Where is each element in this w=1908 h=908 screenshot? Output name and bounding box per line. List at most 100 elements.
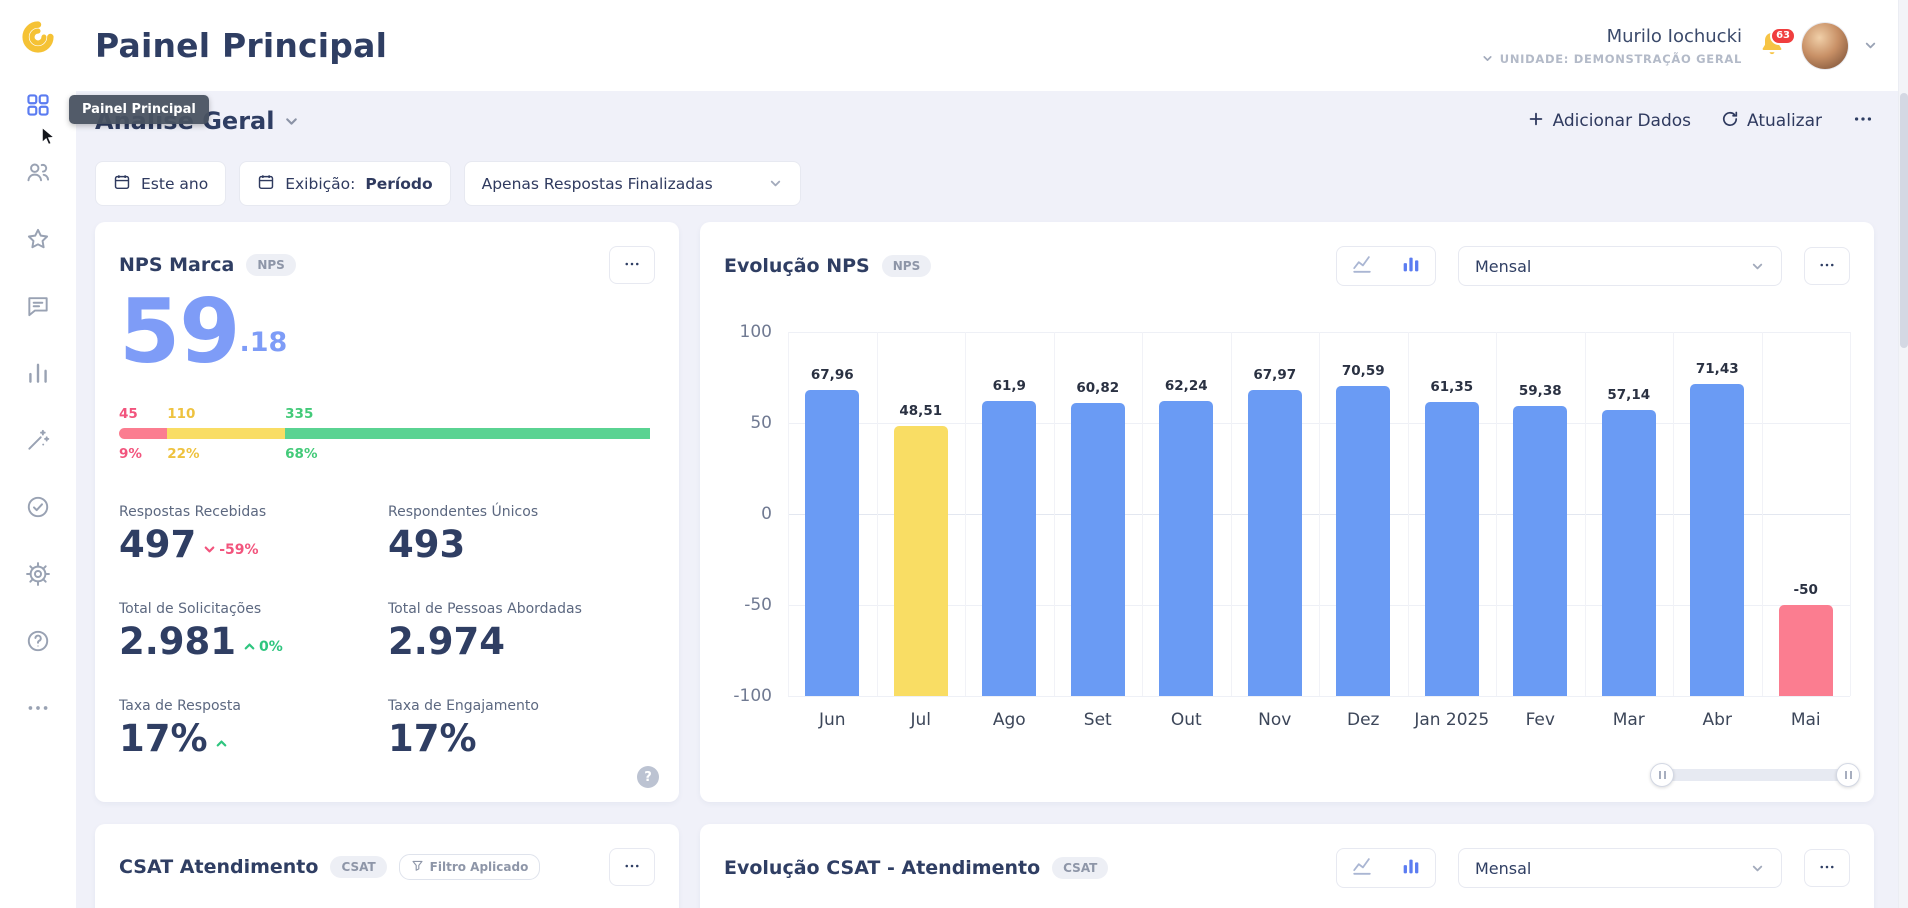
sidebar-item-settings[interactable]: [18, 556, 58, 596]
bar-chart-toggle[interactable]: [1386, 247, 1435, 285]
check-circle-icon: [25, 494, 51, 524]
add-data-button[interactable]: Adicionar Dados: [1527, 110, 1691, 133]
card-header: Evolução CSAT - Atendimento CSAT: [724, 848, 1850, 888]
notifications-button[interactable]: 63: [1757, 29, 1787, 63]
sidebar-item-favorites[interactable]: [18, 221, 58, 261]
filter-bar: Este ano Exibição: Período Apenas Respos…: [95, 161, 1874, 206]
user-avatar[interactable]: [1802, 23, 1848, 69]
granularity-select[interactable]: Mensal: [1458, 246, 1782, 286]
chart-bar-group[interactable]: 59,38: [1496, 332, 1585, 696]
help-button[interactable]: ?: [637, 766, 659, 788]
chart-bar[interactable]: [1690, 384, 1744, 696]
sidebar-item-more[interactable]: [18, 690, 58, 730]
responses-filter-select[interactable]: Apenas Respostas Finalizadas: [464, 161, 801, 206]
line-chart-toggle[interactable]: [1337, 247, 1386, 285]
granularity-value: Mensal: [1475, 257, 1531, 276]
ellipsis-icon: [1818, 858, 1836, 879]
chart-bar-group[interactable]: 71,43: [1673, 332, 1762, 696]
evolution-chart-plot: 67,9648,5161,960,8262,2467,9770,5961,355…: [788, 332, 1850, 696]
zoom-slider-left-handle[interactable]: [1650, 763, 1674, 787]
chart-bar-group[interactable]: 70,59: [1319, 332, 1408, 696]
chart-bar[interactable]: [1159, 401, 1213, 696]
x-axis-label: Mai: [1762, 710, 1851, 730]
nps-evolution-chart: 100500-50-100 67,9648,5161,960,8262,2467…: [724, 332, 1850, 730]
chart-type-toggle: [1336, 246, 1436, 286]
profile-chevron-down-icon[interactable]: [1863, 38, 1878, 53]
line-chart-toggle[interactable]: [1337, 849, 1386, 887]
zoom-slider-track[interactable]: [1650, 769, 1860, 781]
x-axis-label: Dez: [1319, 710, 1408, 730]
chart-bar-group[interactable]: 67,96: [788, 332, 877, 696]
csat-evolution-card: Evolução CSAT - Atendimento CSAT: [700, 824, 1874, 908]
nps-segment-count: 110: [167, 406, 195, 422]
chart-bar[interactable]: [1071, 403, 1125, 696]
display-mode-button[interactable]: Exibição: Período: [239, 161, 450, 206]
y-axis-tick: 0: [761, 503, 772, 525]
more-options-button[interactable]: [1852, 108, 1874, 135]
stat-item: Total de Solicitações2.9810%: [119, 601, 388, 663]
stat-item: Total de Pessoas Abordadas2.974: [388, 601, 655, 663]
chart-bar-group[interactable]: -50: [1762, 332, 1851, 696]
scrollbar-thumb[interactable]: [1900, 93, 1908, 348]
sidebar-item-contacts[interactable]: [18, 154, 58, 194]
chart-bar[interactable]: [1248, 390, 1302, 696]
chart-bar[interactable]: [1425, 402, 1479, 696]
evolution-chart-xaxis: JunJulAgoSetOutNovDezJan 2025FevMarAbrMa…: [788, 710, 1850, 730]
period-filter-button[interactable]: Este ano: [95, 161, 226, 206]
chart-bar[interactable]: [805, 390, 859, 696]
nps-badge: NPS: [246, 254, 295, 276]
sidebar-item-tasks[interactable]: [18, 489, 58, 529]
chart-bar-group[interactable]: 62,24: [1142, 332, 1231, 696]
stat-item: Taxa de Engajamento17%: [388, 698, 655, 760]
card-menu-button[interactable]: [1804, 849, 1850, 887]
app-logo-icon: [16, 15, 60, 63]
card-title: CSAT Atendimento: [119, 856, 318, 878]
sidebar-item-reports[interactable]: [18, 355, 58, 395]
unit-label: UNIDADE: DEMONSTRAÇÃO GERAL: [1500, 52, 1742, 66]
refresh-label: Atualizar: [1747, 111, 1822, 131]
bar-value-label: 60,82: [1076, 380, 1119, 396]
refresh-button[interactable]: Atualizar: [1721, 110, 1822, 133]
sidebar-item-automation[interactable]: [18, 422, 58, 462]
chart-bar-group[interactable]: 67,97: [1231, 332, 1320, 696]
nps-segment-count: 335: [285, 406, 313, 422]
csat-badge: CSAT: [330, 856, 386, 878]
sidebar-item-feedback[interactable]: [18, 288, 58, 328]
chart-bar[interactable]: [1513, 406, 1567, 696]
card-menu-button[interactable]: [609, 848, 655, 886]
card-menu-button[interactable]: [1804, 247, 1850, 285]
zoom-slider-right-handle[interactable]: [1836, 763, 1860, 787]
bar-chart-toggle[interactable]: [1386, 849, 1435, 887]
chart-bar[interactable]: [982, 401, 1036, 696]
chart-bar-group[interactable]: 57,14: [1585, 332, 1674, 696]
chart-bar-group[interactable]: 48,51: [877, 332, 966, 696]
bar-value-label: 48,51: [899, 403, 942, 419]
chart-bar[interactable]: [1779, 605, 1833, 696]
x-axis-label: Out: [1142, 710, 1231, 730]
chart-zoom-slider[interactable]: [1650, 762, 1860, 788]
chart-bar[interactable]: [1336, 386, 1390, 696]
unit-selector[interactable]: UNIDADE: DEMONSTRAÇÃO GERAL: [1481, 52, 1742, 66]
line-chart-icon: [1351, 253, 1373, 279]
x-axis-label: Jul: [877, 710, 966, 730]
sidebar-item-dashboard[interactable]: [18, 87, 58, 127]
chart-bar-group[interactable]: 61,35: [1408, 332, 1497, 696]
trend-up-icon: [214, 736, 229, 751]
app-window: Painel Principal Murilo Iochucki UNIDADE…: [0, 0, 1908, 908]
card-header: Evolução NPS NPS: [724, 246, 1850, 286]
app-logo[interactable]: [16, 17, 60, 61]
content: Analise Geral Adicionar Dados Atualizar: [76, 91, 1908, 908]
stat-value: 2.974: [388, 620, 655, 663]
sidebar-item-help[interactable]: [18, 623, 58, 663]
chart-controls: Mensal: [1336, 848, 1850, 888]
chart-bar[interactable]: [1602, 410, 1656, 696]
stat-item: Respostas Recebidas497-59%: [119, 504, 388, 566]
card-menu-button[interactable]: [609, 246, 655, 284]
vertical-scrollbar[interactable]: [1898, 0, 1908, 908]
chart-bar-group[interactable]: 60,82: [1054, 332, 1143, 696]
chart-bar[interactable]: [894, 426, 948, 696]
nps-segment-counts: 45110335: [119, 406, 655, 424]
chart-bar-group[interactable]: 61,9: [965, 332, 1054, 696]
filter-applied-label: Filtro Aplicado: [430, 860, 529, 874]
granularity-select[interactable]: Mensal: [1458, 848, 1782, 888]
